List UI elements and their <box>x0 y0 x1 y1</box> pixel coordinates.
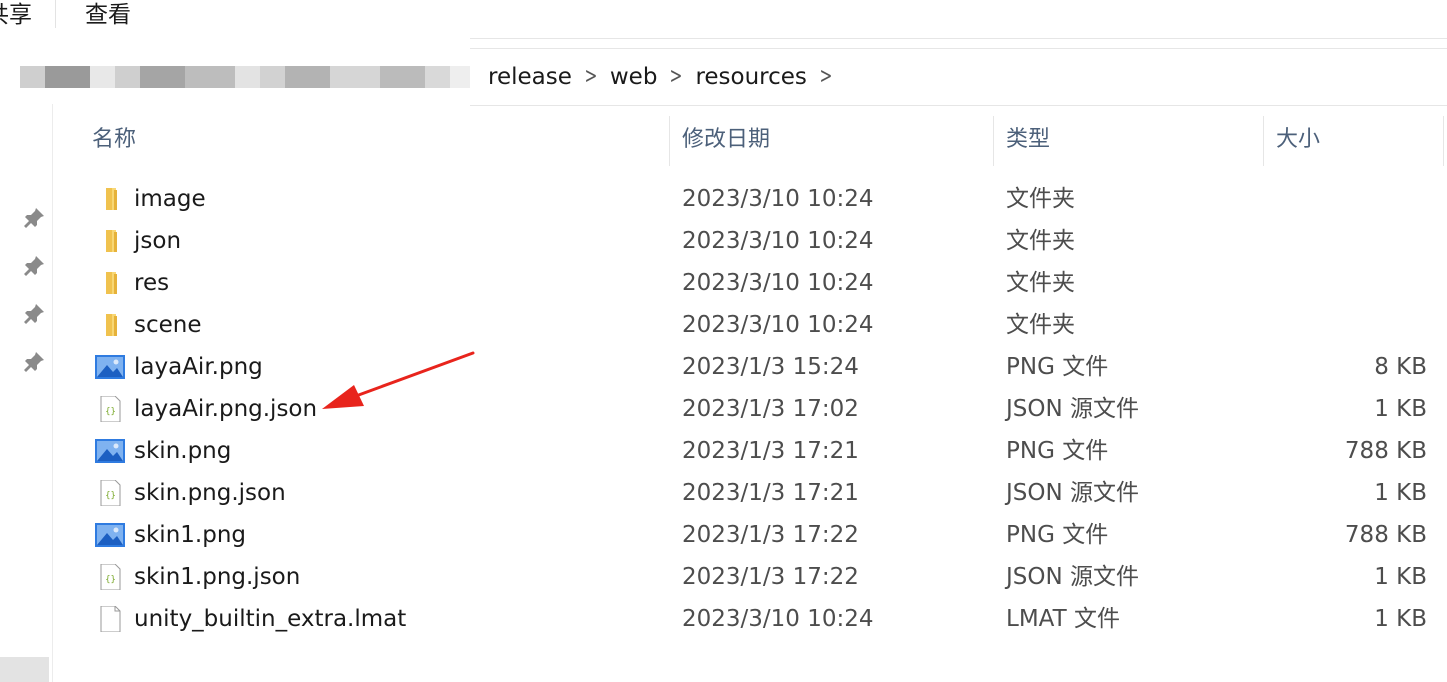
file-type: JSON 源文件 <box>1006 480 1140 506</box>
file-date: 2023/3/10 10:24 <box>682 270 874 296</box>
file-type: 文件夹 <box>1006 312 1075 338</box>
file-name[interactable]: scene <box>134 304 202 346</box>
file-size: 1 KB <box>1374 564 1427 590</box>
file-type: 文件夹 <box>1006 270 1075 296</box>
file-date: 2023/1/3 15:24 <box>682 354 859 380</box>
breadcrumb: release > web > resources > <box>488 60 845 94</box>
file-name[interactable]: res <box>134 262 169 304</box>
folder-icon <box>94 312 126 338</box>
blank-file-icon <box>94 605 126 633</box>
file-name[interactable]: skin.png.json <box>134 472 286 514</box>
column-divider[interactable] <box>1263 116 1264 166</box>
file-size: 1 KB <box>1374 480 1427 506</box>
file-date: 2023/1/3 17:21 <box>682 438 859 464</box>
pin-icon[interactable] <box>22 206 46 230</box>
file-row[interactable]: skin1.png 2023/1/3 17:22 PNG 文件 788 KB <box>80 514 1447 556</box>
file-type: JSON 源文件 <box>1006 396 1140 422</box>
image-file-icon <box>94 354 126 380</box>
file-date: 2023/3/10 10:24 <box>682 186 874 212</box>
file-date: 2023/1/3 17:22 <box>682 564 859 590</box>
chevron-right-icon[interactable]: > <box>817 60 835 94</box>
nav-scrollbar[interactable] <box>0 657 49 682</box>
pin-icon[interactable] <box>22 350 46 374</box>
navigation-pane <box>0 104 53 682</box>
file-row[interactable]: {} layaAir.png.json 2023/1/3 17:02 JSON 源文件… <box>80 388 1447 430</box>
pin-icon[interactable] <box>22 302 46 326</box>
column-divider[interactable] <box>993 116 994 166</box>
file-date: 2023/1/3 17:02 <box>682 396 859 422</box>
file-type: 文件夹 <box>1006 228 1075 254</box>
file-row[interactable]: json 2023/3/10 10:24 文件夹 <box>80 220 1447 262</box>
json-file-icon: {} <box>94 479 126 507</box>
folder-icon <box>94 186 126 212</box>
file-row[interactable]: skin.png 2023/1/3 17:21 PNG 文件 788 KB <box>80 430 1447 472</box>
svg-text:{}: {} <box>105 491 116 501</box>
file-name[interactable]: layaAir.png.json <box>134 388 317 430</box>
file-type: LMAT 文件 <box>1006 606 1120 632</box>
chevron-right-icon[interactable]: > <box>582 60 600 94</box>
file-size: 8 KB <box>1374 354 1427 380</box>
file-name[interactable]: skin1.png.json <box>134 556 300 598</box>
file-date: 2023/1/3 17:22 <box>682 522 859 548</box>
breadcrumb-release[interactable]: release <box>488 60 572 94</box>
redacted-path <box>0 28 470 112</box>
column-header-name[interactable]: 名称 <box>92 114 136 166</box>
file-date: 2023/3/10 10:24 <box>682 228 874 254</box>
file-type: PNG 文件 <box>1006 438 1109 464</box>
breadcrumb-resources[interactable]: resources <box>695 60 806 94</box>
pin-icon[interactable] <box>22 254 46 278</box>
file-type: 文件夹 <box>1006 186 1075 212</box>
tab-share[interactable]: 共享 <box>0 0 32 30</box>
file-size: 1 KB <box>1374 396 1427 422</box>
file-row[interactable]: {} skin1.png.json 2023/1/3 17:22 JSON 源文件 1 … <box>80 556 1447 598</box>
json-file-icon: {} <box>94 563 126 591</box>
svg-text:{}: {} <box>105 575 116 585</box>
file-size: 788 KB <box>1344 522 1427 548</box>
file-size: 788 KB <box>1344 438 1427 464</box>
file-row[interactable]: layaAir.png 2023/1/3 15:24 PNG 文件 8 KB <box>80 346 1447 388</box>
file-date: 2023/3/10 10:24 <box>682 606 874 632</box>
file-type: PNG 文件 <box>1006 354 1109 380</box>
file-row[interactable]: scene 2023/3/10 10:24 文件夹 <box>80 304 1447 346</box>
column-header-size[interactable]: 大小 <box>1276 114 1320 166</box>
folder-icon <box>94 228 126 254</box>
image-file-icon <box>94 522 126 548</box>
file-type: JSON 源文件 <box>1006 564 1140 590</box>
column-divider[interactable] <box>1443 116 1444 166</box>
file-row[interactable]: image 2023/3/10 10:24 文件夹 <box>80 178 1447 220</box>
json-file-icon: {} <box>94 395 126 423</box>
file-row[interactable]: {} skin.png.json 2023/1/3 17:21 JSON 源文件 1 K… <box>80 472 1447 514</box>
file-name[interactable]: skin1.png <box>134 514 246 556</box>
file-name[interactable]: json <box>134 220 181 262</box>
column-header-type[interactable]: 类型 <box>1006 114 1050 166</box>
file-date: 2023/3/10 10:24 <box>682 312 874 338</box>
image-file-icon <box>94 438 126 464</box>
file-row[interactable]: unity_builtin_extra.lmat 2023/3/10 10:24 L… <box>80 598 1447 640</box>
svg-text:{}: {} <box>105 407 116 417</box>
file-row[interactable]: res 2023/3/10 10:24 文件夹 <box>80 262 1447 304</box>
chevron-right-icon[interactable]: > <box>667 60 685 94</box>
breadcrumb-web[interactable]: web <box>610 60 658 94</box>
file-name[interactable]: layaAir.png <box>134 346 263 388</box>
file-name[interactable]: image <box>134 178 206 220</box>
tab-view[interactable]: 查看 <box>85 0 131 30</box>
file-date: 2023/1/3 17:21 <box>682 480 859 506</box>
column-header-date[interactable]: 修改日期 <box>682 114 770 166</box>
file-size: 1 KB <box>1374 606 1427 632</box>
file-name[interactable]: skin.png <box>134 430 231 472</box>
folder-icon <box>94 270 126 296</box>
file-name[interactable]: unity_builtin_extra.lmat <box>134 598 406 640</box>
file-type: PNG 文件 <box>1006 522 1109 548</box>
column-divider[interactable] <box>669 116 670 166</box>
